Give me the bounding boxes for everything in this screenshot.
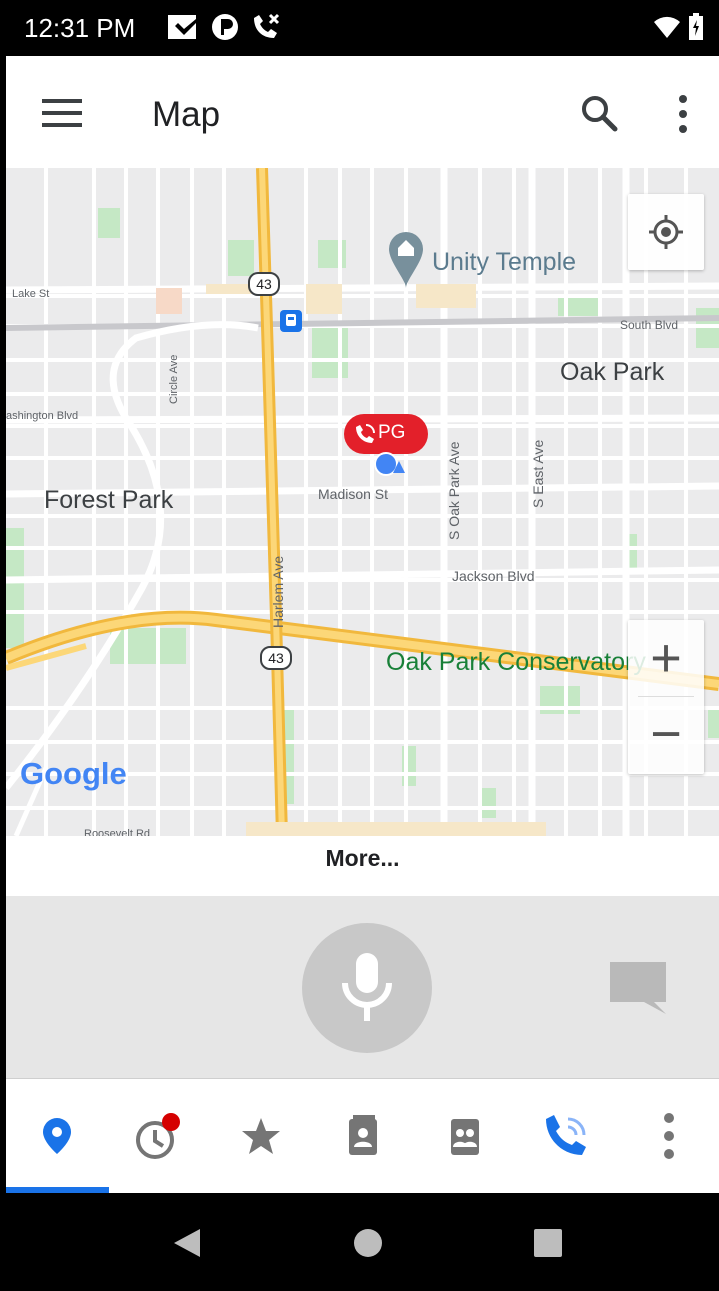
street-label: Harlem Ave [270,555,286,628]
map-view[interactable]: Lake St South Blvd ashington Blvd Circle… [6,168,719,836]
nav-item-contacts[interactable] [312,1079,413,1193]
city-label: Forest Park [44,486,174,514]
street-label: Lake St [12,288,50,300]
transit-station-icon[interactable] [280,310,302,332]
location-pin-icon [42,1118,71,1154]
marker-label: PG [378,422,406,443]
recents-icon[interactable] [532,1227,564,1259]
nav-item-ptt[interactable] [516,1079,617,1193]
system-nav-bar [0,1193,719,1291]
street-label: Roosevelt Rd [84,828,151,836]
street-label: South Blvd [620,318,679,332]
more-row[interactable]: More... [6,836,719,897]
back-icon[interactable] [172,1227,202,1259]
poi-label[interactable]: Unity Temple [432,248,576,277]
history-clock-icon [135,1113,180,1159]
voice-panel [6,896,719,1079]
route-shield: 43 [248,272,280,296]
page-title: Map [152,95,221,134]
city-label: Oak Park [560,358,665,386]
more-vert-icon [663,1113,674,1159]
microphone-icon [342,953,392,1021]
heading-arrow-icon [393,461,405,473]
route-shield: 43 [260,646,292,670]
contact-card-icon [348,1115,377,1155]
poi-label[interactable]: Oak Park Conservatory [386,648,646,677]
missed-call-icon [254,13,280,38]
battery-icon [689,13,703,40]
wifi-icon [654,16,680,38]
nav-item-more[interactable] [618,1079,719,1193]
search-icon[interactable] [580,94,618,132]
menu-icon[interactable] [42,98,84,128]
microphone-button[interactable] [302,923,432,1053]
overflow-menu-icon[interactable] [676,94,690,134]
status-time: 12:31 PM [24,13,136,43]
divider [638,696,694,697]
status-bar: 12:31 PM [0,0,719,56]
zoom-out-button[interactable]: − [628,698,704,774]
street-label: S Oak Park Ave [446,441,462,540]
place-of-worship-icon[interactable] [386,230,426,290]
nav-item-groups[interactable] [414,1079,515,1193]
ptt-call-icon [356,424,375,443]
chat-icon[interactable] [608,960,668,1016]
street-label: Madison St [318,486,389,502]
street-label: ashington Blvd [6,410,79,422]
zoom-controls: + − [628,620,704,774]
nav-item-favorites[interactable] [210,1079,311,1193]
more-link[interactable]: More... [6,845,719,872]
street-label: Jackson Blvd [452,568,535,584]
zoom-in-button[interactable]: + [628,620,704,696]
home-icon[interactable] [352,1227,384,1259]
street-label: Circle Ave [168,354,180,404]
app-bar: Map [6,56,719,168]
bottom-nav [6,1079,719,1193]
my-location-icon [649,215,683,249]
message-check-icon [168,15,196,39]
group-contacts-icon [450,1119,479,1155]
ptt-call-icon [545,1115,586,1155]
my-location-button[interactable] [628,194,704,270]
star-icon [241,1118,280,1154]
nav-item-history[interactable] [108,1079,209,1193]
google-logo: Google [20,756,127,791]
nav-item-map[interactable] [6,1079,109,1193]
user-marker-bubble[interactable]: PG [344,414,428,454]
street-label: S East Ave [530,439,546,508]
app-status-icon [212,14,238,40]
